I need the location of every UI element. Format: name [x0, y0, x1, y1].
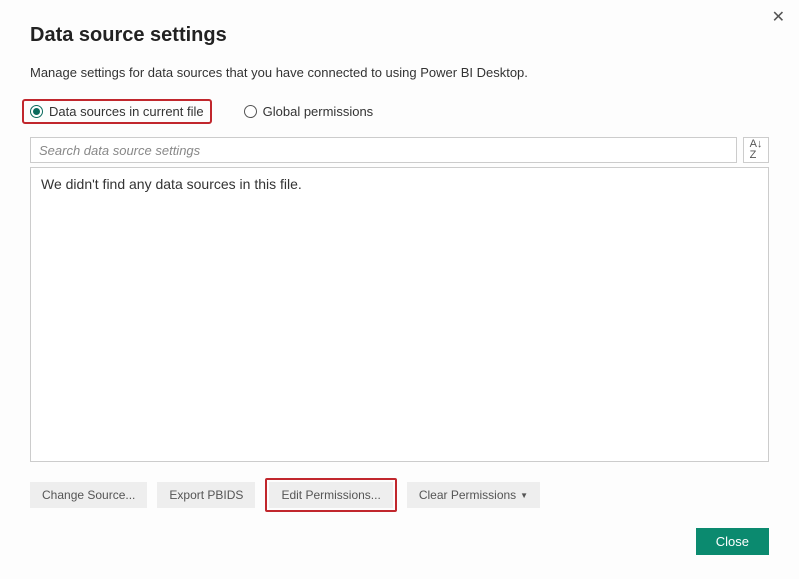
dialog-footer: Close: [696, 528, 769, 555]
close-icon[interactable]: ✕: [772, 10, 785, 26]
radio-label: Global permissions: [263, 104, 374, 119]
clear-permissions-button[interactable]: Clear Permissions ▼: [407, 482, 540, 508]
radio-icon: [244, 105, 257, 118]
empty-state-message: We didn't find any data sources in this …: [41, 176, 758, 192]
highlight-edit-permissions: Edit Permissions...: [265, 478, 396, 512]
search-row: A↓Z: [30, 137, 769, 163]
page-subtitle: Manage settings for data sources that yo…: [30, 65, 769, 80]
edit-permissions-button[interactable]: Edit Permissions...: [269, 482, 392, 508]
chevron-down-icon: ▼: [520, 491, 528, 500]
radio-icon: [30, 105, 43, 118]
data-source-list[interactable]: We didn't find any data sources in this …: [30, 167, 769, 462]
radio-current-file[interactable]: Data sources in current file: [30, 104, 204, 119]
radio-label: Data sources in current file: [49, 104, 204, 119]
page-title: Data source settings: [30, 24, 769, 47]
scope-radio-group: Data sources in current file Global perm…: [30, 104, 769, 119]
button-label: Clear Permissions: [419, 488, 516, 502]
highlight-current-file: Data sources in current file: [22, 99, 212, 124]
export-pbids-button[interactable]: Export PBIDS: [157, 482, 255, 508]
close-button[interactable]: Close: [696, 528, 769, 555]
action-button-row: Change Source... Export PBIDS Edit Permi…: [30, 482, 769, 508]
sort-button[interactable]: A↓Z: [743, 137, 769, 163]
sort-az-icon: A↓Z: [750, 139, 763, 161]
radio-global-permissions[interactable]: Global permissions: [244, 104, 374, 119]
search-input[interactable]: [30, 137, 737, 163]
change-source-button[interactable]: Change Source...: [30, 482, 147, 508]
